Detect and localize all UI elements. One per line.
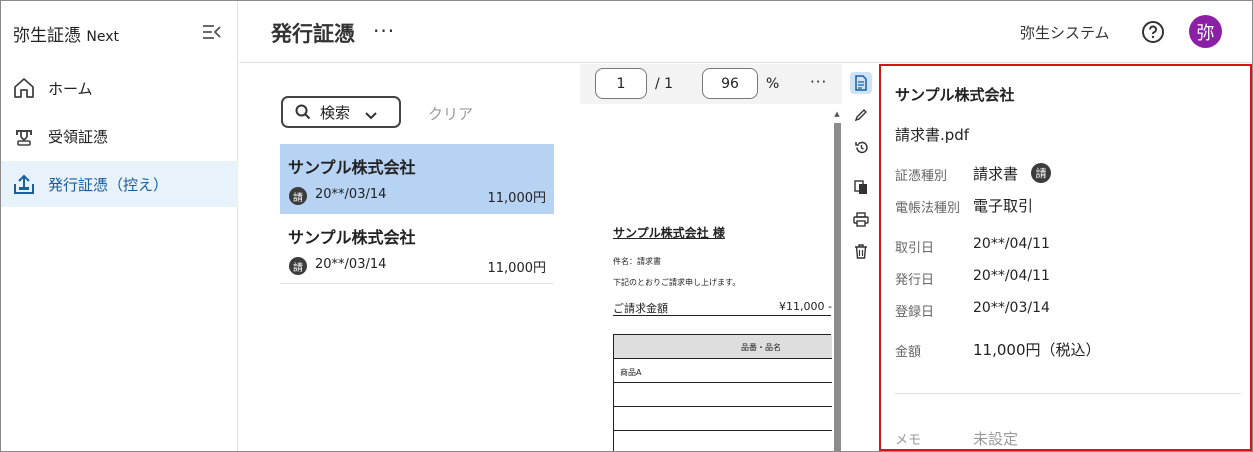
chevron-down-icon	[364, 107, 378, 120]
item-amount: 11,000円	[487, 261, 547, 276]
viewer-tool-rail	[846, 68, 876, 451]
trade-date-label: 取引日	[895, 241, 935, 256]
register-date-value: 20**/03/14	[973, 300, 1050, 316]
item-date: 20**/03/14	[315, 187, 387, 202]
table-row: 商品A	[614, 359, 832, 383]
invoice-badge: 請	[289, 257, 307, 275]
item-date: 20**/03/14	[315, 257, 387, 272]
details-file-name[interactable]: 請求書.pdf	[895, 124, 969, 145]
invoice-message: 下記のとおりご請求申し上げます。	[613, 278, 741, 287]
sidebar-item-home[interactable]: ホーム	[1, 65, 238, 111]
invoice-table: 品番・品名 商品A	[613, 334, 832, 452]
app-brand: 弥生証憑 Next	[13, 21, 119, 46]
document-details-panel: サンプル株式会社 請求書.pdf 証憑種別 請求書 請 電帳法種別 電子取引 取…	[879, 64, 1252, 451]
issue-date-value: 20**/04/11	[973, 268, 1050, 284]
edit-pencil-icon[interactable]	[850, 104, 872, 126]
memo-label: メモ	[895, 433, 922, 448]
sidebar-item-received[interactable]: 受領証憑	[1, 113, 238, 159]
invoice-badge: 請	[1031, 163, 1051, 183]
doc-type-value: 請求書	[973, 165, 1019, 183]
page-total: / 1	[655, 76, 674, 92]
sidebar-item-label: 受領証憑	[48, 127, 109, 146]
invoice-recipient: サンプル株式会社 様	[613, 226, 725, 240]
copy-document-icon[interactable]	[850, 176, 872, 198]
issue-date-label: 発行日	[895, 273, 935, 288]
collapse-sidebar-icon[interactable]	[201, 23, 223, 41]
invoice-table-header: 品番・品名	[614, 335, 832, 359]
list-item[interactable]: サンプル株式会社 請 20**/03/14 11,000円	[280, 214, 554, 284]
upload-icon	[12, 172, 36, 196]
table-cell: 商品A	[620, 368, 642, 377]
table-row	[614, 383, 832, 407]
ledger-type-label: 電帳法種別	[895, 201, 961, 216]
header: 発行証憑 ··· 弥生システム 弥	[239, 1, 1251, 63]
sidebar-item-label: ホーム	[48, 79, 93, 98]
invoice-total-underline	[613, 315, 831, 316]
amount-value: 11,000円（税込）	[973, 341, 1101, 359]
item-name: サンプル株式会社	[288, 228, 416, 247]
trade-date-value: 20**/04/11	[973, 236, 1050, 252]
company-name[interactable]: 弥生システム	[1020, 22, 1110, 43]
details-divider	[895, 393, 1241, 394]
table-row	[614, 431, 832, 452]
ledger-type-value: 電子取引	[973, 197, 1034, 215]
search-label: 検索	[320, 103, 351, 122]
invoice-badge: 請	[289, 187, 307, 205]
invoice-subject: 件名：請求書	[613, 257, 661, 266]
memo-value[interactable]: 未設定	[973, 428, 1018, 449]
search-icon	[294, 103, 312, 121]
zoom-unit: %	[766, 76, 780, 92]
sidebar: 弥生証憑 Next ホーム 受領証憑 発行証憑（控え）	[1, 1, 238, 451]
page-number-input[interactable]: 1	[595, 68, 647, 99]
item-amount: 11,000円	[487, 191, 547, 206]
sidebar-item-issued[interactable]: 発行証憑（控え）	[1, 161, 238, 207]
details-title: サンプル株式会社	[895, 86, 1015, 104]
page-title: 発行証憑	[271, 22, 355, 46]
invoice-total-value: ¥11,000 -	[779, 300, 832, 313]
amount-label: 金額	[895, 345, 922, 360]
more-options-button[interactable]: ···	[373, 19, 395, 43]
scrollbar-thumb[interactable]	[834, 123, 841, 451]
print-icon[interactable]	[850, 208, 872, 230]
list-item[interactable]: サンプル株式会社 請 20**/03/14 11,000円	[280, 144, 554, 214]
zoom-input[interactable]: 96	[702, 68, 758, 99]
table-row	[614, 407, 832, 431]
inbox-icon	[12, 124, 36, 148]
sidebar-item-label: 発行証憑（控え）	[48, 175, 169, 194]
search-button[interactable]: 検索	[281, 96, 401, 128]
doc-type-label: 証憑種別	[895, 169, 948, 184]
scroll-up-arrow-icon[interactable]: ▲	[833, 110, 841, 118]
history-icon[interactable]	[850, 136, 872, 158]
home-icon	[12, 76, 36, 100]
document-info-icon[interactable]	[850, 72, 872, 94]
clear-button[interactable]: クリア	[428, 103, 473, 124]
viewer-toolbar: 1 / 1 96 % ···	[580, 64, 842, 104]
brand-suffix: Next	[86, 29, 120, 45]
item-name: サンプル株式会社	[288, 158, 416, 177]
trash-icon[interactable]	[850, 240, 872, 262]
register-date-label: 登録日	[895, 305, 935, 320]
invoice-total-label: ご請求金額	[613, 302, 668, 315]
viewer-more-button[interactable]: ···	[810, 73, 827, 91]
brand-name: 弥生証憑	[13, 26, 81, 46]
avatar[interactable]: 弥	[1189, 15, 1222, 48]
invoice-table-header-label: 品番・品名	[741, 343, 781, 352]
help-icon[interactable]	[1141, 20, 1165, 44]
